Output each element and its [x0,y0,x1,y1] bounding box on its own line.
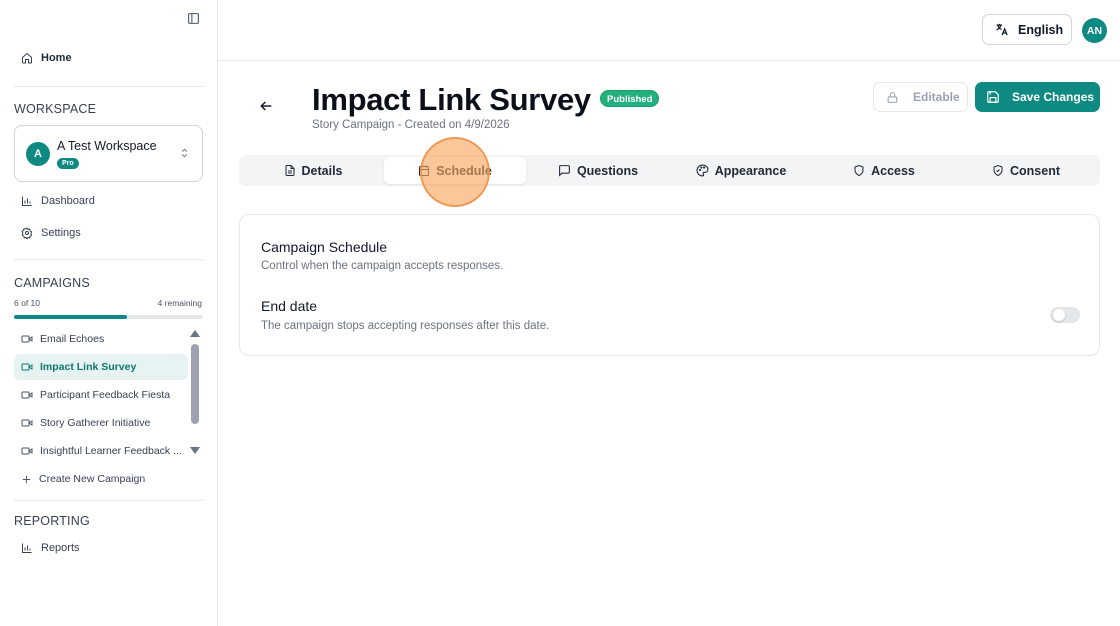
create-campaign-label: Create New Campaign [39,473,146,485]
campaign-item-active[interactable]: Impact Link Survey [14,354,188,380]
save-changes-button[interactable]: Save Changes [975,82,1100,112]
home-icon [22,52,32,64]
arrow-left-icon [260,101,272,111]
palette-icon [696,164,709,177]
campaign-item-label: Participant Feedback Fiesta [40,389,171,401]
end-date-label: End date [261,298,318,314]
bar-chart-icon [22,543,32,553]
tab-label: Schedule [436,163,492,178]
scroll-down-arrow[interactable] [190,447,200,454]
app-root: Home WORKSPACE A A Test Workspace Pro Da… [0,0,1120,626]
campaign-usage-fill [14,315,128,319]
sidebar-divider [14,259,203,260]
plus-icon [22,475,31,483]
sidebar-item-settings[interactable]: Settings [14,220,188,246]
end-date-description: The campaign stops accepting responses a… [261,320,550,332]
editable-label: Editable [913,90,960,104]
editable-button[interactable]: Editable [873,82,968,112]
sidebar-item-label: Reports [41,542,80,554]
video-icon [21,447,33,455]
tab-appearance[interactable]: Appearance [670,157,812,184]
campaign-item-label: Email Echoes [40,333,105,345]
campaign-item[interactable]: Story Gatherer Initiative [14,410,188,436]
save-changes-label: Save Changes [1012,90,1095,104]
message-square-icon [559,165,570,177]
sidebar-item-home[interactable]: Home [14,45,188,71]
toggle-knob [1053,309,1065,321]
video-icon [21,363,33,371]
campaign-item[interactable]: Insightful Learner Feedback ... [14,438,188,464]
sidebar-divider [14,86,203,87]
video-icon [21,335,33,343]
campaign-usage-remaining: 4 remaining [157,298,202,308]
campaign-item[interactable]: Participant Feedback Fiesta [14,382,188,408]
back-button[interactable] [258,98,274,114]
panel-left-icon [187,12,199,24]
campaign-item-label: Insightful Learner Feedback ... [40,445,182,457]
page-subtitle: Story Campaign - Created on 4/9/2026 [312,119,510,131]
campaigns-section-title: CAMPAIGNS [14,276,90,290]
campaign-usage-count: 6 of 10 [14,298,40,308]
workspace-switcher[interactable]: A A Test Workspace Pro [14,125,203,182]
tab-access[interactable]: Access [813,157,955,184]
plan-badge: Pro [57,158,79,169]
save-icon [987,91,999,103]
workspace-avatar: A [26,142,50,166]
calendar-icon [419,165,430,176]
chevrons-up-down-icon [181,148,188,158]
language-label: English [1018,22,1064,37]
sidebar-item-label: Settings [41,227,81,239]
scroll-up-arrow[interactable] [190,330,200,337]
tab-questions[interactable]: Questions [527,157,669,184]
sidebar-item-dashboard[interactable]: Dashboard [14,188,188,214]
tab-label: Consent [1010,163,1060,178]
video-icon [21,391,33,399]
create-campaign-button[interactable]: Create New Campaign [14,466,188,492]
campaign-usage-bar [14,315,203,319]
schedule-title: Campaign Schedule [261,239,388,255]
user-avatar[interactable]: AN [1082,18,1107,43]
sidebar-item-label: Dashboard [41,195,95,207]
shield-icon [854,164,864,177]
tab-label: Appearance [714,163,787,178]
campaign-tabs: Details Schedule Questions Appearance Ac… [239,155,1100,186]
workspace-name: A Test Workspace [57,139,157,153]
page-title: Impact Link Survey [312,82,591,117]
sidebar-divider [14,500,203,501]
language-selector[interactable]: English [982,14,1072,45]
gear-icon [21,227,33,239]
tab-consent[interactable]: Consent [955,157,1097,184]
campaign-item-label: Story Gatherer Initiative [40,417,151,429]
tab-details[interactable]: Details [242,157,384,184]
workspace-section-title: WORKSPACE [14,102,97,116]
tab-schedule[interactable]: Schedule [384,157,526,184]
top-bar: English AN [218,0,1120,61]
end-date-toggle[interactable] [1050,307,1080,323]
shield-check-icon [993,164,1003,177]
scroll-thumb[interactable] [191,344,199,424]
schedule-description: Control when the campaign accepts respon… [261,260,504,272]
reporting-section-title: REPORTING [14,514,90,528]
schedule-card: Campaign Schedule Control when the campa… [239,214,1100,356]
campaign-item-label: Impact Link Survey [40,361,137,373]
video-icon [21,419,33,427]
sidebar-item-label: Home [41,52,72,64]
campaign-list: Email Echoes Impact Link Survey Particip… [14,326,188,494]
lock-icon [887,91,898,103]
tab-label: Questions [576,163,639,178]
sidebar-collapse-button[interactable] [184,10,202,26]
translate-icon [996,23,1008,36]
status-badge: Published [600,90,660,107]
campaign-list-scrollbar[interactable] [190,330,200,458]
tab-label: Details [301,163,343,178]
bar-chart-icon [22,196,32,206]
campaign-item[interactable]: Email Echoes [14,326,188,352]
tab-label: Access [871,163,915,178]
sidebar: Home WORKSPACE A A Test Workspace Pro Da… [0,0,218,626]
file-text-icon [285,165,294,176]
sidebar-item-reports[interactable]: Reports [14,535,188,561]
